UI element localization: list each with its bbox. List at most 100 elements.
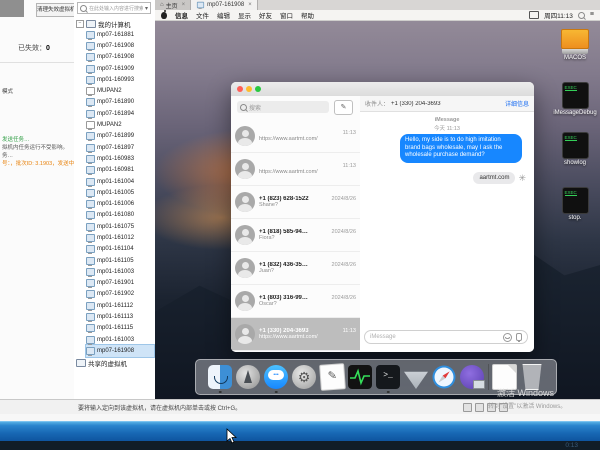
vm-tree-item[interactable]: mp01-161112 [86, 300, 154, 311]
vm-tree-item[interactable]: mp07-161908 [86, 52, 154, 63]
close-window-button[interactable] [237, 86, 243, 92]
dock-launchpad[interactable] [236, 362, 261, 392]
desktop-icon-stop[interactable]: EXEC stop. [553, 187, 597, 221]
recipient-number[interactable]: +1 (330) 204-3693 [391, 101, 503, 107]
details-link[interactable]: 详细信息 [505, 99, 529, 108]
menu-bar-clock[interactable]: 周四11:13 [544, 10, 573, 20]
dock-activity-monitor[interactable] [348, 362, 373, 392]
menu-edit[interactable]: 编辑 [217, 10, 230, 20]
conversation-item[interactable]: +1 (803) 316-99…2024/8/26Oscar? [231, 285, 360, 318]
vm-tree-item[interactable]: mp07-161901 [86, 278, 154, 289]
cd-icon[interactable] [475, 403, 484, 412]
chevron-down-icon[interactable]: ▾ [145, 5, 148, 12]
vm-tree-item[interactable]: mp01-161003 [86, 334, 154, 345]
compose-button[interactable]: ✎ [334, 100, 353, 115]
microphone-icon[interactable] [516, 333, 522, 341]
vm-icon [86, 178, 95, 186]
dock-messages[interactable] [264, 362, 289, 392]
collapse-icon[interactable]: − [76, 20, 84, 28]
vm-tree-item[interactable]: mp01-161006 [86, 198, 154, 209]
dock-downloads[interactable] [404, 362, 429, 392]
conversation-item[interactable]: +1 (823) 628-15222024/8/26Shane? [231, 186, 360, 219]
vm-tree-item[interactable]: mp07-161890 [86, 97, 154, 108]
desktop-icon-imessagedebug[interactable]: EXEC iMessageDebug [553, 82, 597, 116]
vm-tree-item[interactable]: mp01-161080 [86, 210, 154, 221]
dock-system-preferences[interactable]: ⚙ [292, 362, 317, 392]
message-input[interactable]: iMessage [364, 330, 528, 344]
vm-tree-item[interactable]: mp01-161075 [86, 221, 154, 232]
notification-center-icon[interactable]: ≡ [590, 12, 594, 18]
vm-tree-item[interactable]: mp07-161881 [86, 29, 154, 40]
chat-header: 收件人： +1 (330) 204-3693 详细信息 [360, 96, 534, 112]
windows-taskbar[interactable] [0, 421, 600, 442]
vm-tree-item[interactable]: mp07-161894 [86, 108, 154, 119]
spotlight-icon[interactable] [578, 12, 585, 19]
vm-tree-item[interactable]: mp01-161113 [86, 311, 154, 322]
vm-tree-item[interactable]: mp01-161012 [86, 232, 154, 243]
dock-network-utility[interactable] [460, 362, 485, 392]
drive-base [562, 49, 588, 54]
conversation-text: 11:13https://www.aartmt.com/ [259, 163, 356, 175]
vm-tree-item[interactable]: mp07-161909 [86, 63, 154, 74]
vm-tree-item[interactable]: mp07-161908 [86, 345, 154, 356]
window-titlebar[interactable] [231, 82, 534, 97]
dock-safari[interactable] [432, 362, 457, 392]
menu-buddies[interactable]: 好友 [259, 10, 272, 20]
messages-window: 搜索 ✎ 11:13https://www.aartmt.com/11:13ht… [231, 82, 534, 352]
tab-home[interactable]: ⌂ 主页 × [155, 0, 191, 10]
conversation-time: 2024/8/26 [332, 262, 356, 268]
vm-tree-item[interactable]: mp01-161105 [86, 255, 154, 266]
messages-search-input[interactable]: 搜索 [237, 101, 329, 113]
vm-tree-item[interactable]: mp01-160981 [86, 165, 154, 176]
conversation-text: +1 (330) 204-369311:13https://www.aartmt… [259, 328, 356, 340]
emoji-icon[interactable] [503, 333, 512, 342]
close-icon[interactable]: × [248, 2, 252, 8]
menu-file[interactable]: 文件 [196, 10, 209, 20]
vm-tree-item[interactable]: mp07-161897 [86, 142, 154, 153]
tree-root-shared-vms[interactable]: 共享的虚拟机 [76, 358, 127, 368]
vm-tree-item[interactable]: MUPAN2 [86, 119, 154, 130]
dock-finder[interactable] [208, 362, 233, 392]
hdd-icon[interactable] [463, 403, 472, 412]
vm-search-input[interactable]: 在此处输入内容进行搜索 ▾ [77, 2, 151, 14]
dock-preview[interactable]: ✎ [320, 362, 345, 392]
vm-tree-item[interactable]: mp07-161902 [86, 289, 154, 300]
menu-messages[interactable]: 信息 [175, 10, 188, 20]
vm-tree-item[interactable]: mp01-161004 [86, 176, 154, 187]
vm-tree-item[interactable]: mp01-160993 [86, 74, 154, 85]
tree-root-my-computer[interactable]: − 我的计算机 [76, 19, 131, 29]
vm-tree-item[interactable]: MUPAN2 [86, 85, 154, 96]
menu-window[interactable]: 窗口 [280, 10, 293, 20]
vm-tree-item[interactable]: mp01-161003 [86, 266, 154, 277]
vm-tree-item[interactable]: mp07-161908 [86, 40, 154, 51]
conversation-item[interactable]: +1 (818) 585-94…2024/8/26Fiora? [231, 219, 360, 252]
tab-vm-mp07-161908[interactable]: mp07-161908 × [191, 0, 258, 10]
conversation-item[interactable]: 11:13https://www.aartmt.com/ [231, 120, 360, 153]
link-preview-bubble[interactable]: aartmt.com [473, 172, 515, 184]
vm-name: mp01-161004 [97, 179, 134, 185]
desktop-icon-macos-drive[interactable]: MACOS [553, 29, 597, 61]
vm-tree-item[interactable]: mp01-161104 [86, 244, 154, 255]
conversation-time: 11:13 [343, 163, 356, 169]
conversation-item[interactable]: +1 (832) 436-35…2024/8/26Juan? [231, 252, 360, 285]
apple-logo-icon[interactable] [161, 12, 167, 19]
minimize-window-button[interactable] [246, 86, 252, 92]
close-icon[interactable]: × [182, 2, 186, 8]
input-source-icon[interactable] [529, 11, 539, 19]
conversation-item[interactable]: +1 (330) 204-369311:13https://www.aartmt… [231, 318, 360, 351]
vm-tree-item[interactable]: mp01-160983 [86, 153, 154, 164]
vm-tree-item[interactable]: mp01-161115 [86, 323, 154, 334]
dock-terminal[interactable]: >_ [376, 362, 401, 392]
vm-tree-item[interactable]: mp07-161899 [86, 131, 154, 142]
clean-invalid-vms-button[interactable]: 清理失效虚拟机 [36, 3, 76, 17]
menu-view[interactable]: 显示 [238, 10, 251, 20]
conversation-item[interactable]: 11:13https://www.aartmt.com/ [231, 153, 360, 186]
vm-icon [86, 98, 95, 106]
exec-badge: EXEC [565, 135, 577, 141]
zoom-window-button[interactable] [255, 86, 261, 92]
running-indicator [275, 391, 278, 394]
vm-icon [86, 31, 95, 39]
menu-help[interactable]: 帮助 [301, 10, 314, 20]
desktop-icon-showlog[interactable]: EXEC showlog [553, 132, 597, 166]
vm-tree-item[interactable]: mp01-161005 [86, 187, 154, 198]
